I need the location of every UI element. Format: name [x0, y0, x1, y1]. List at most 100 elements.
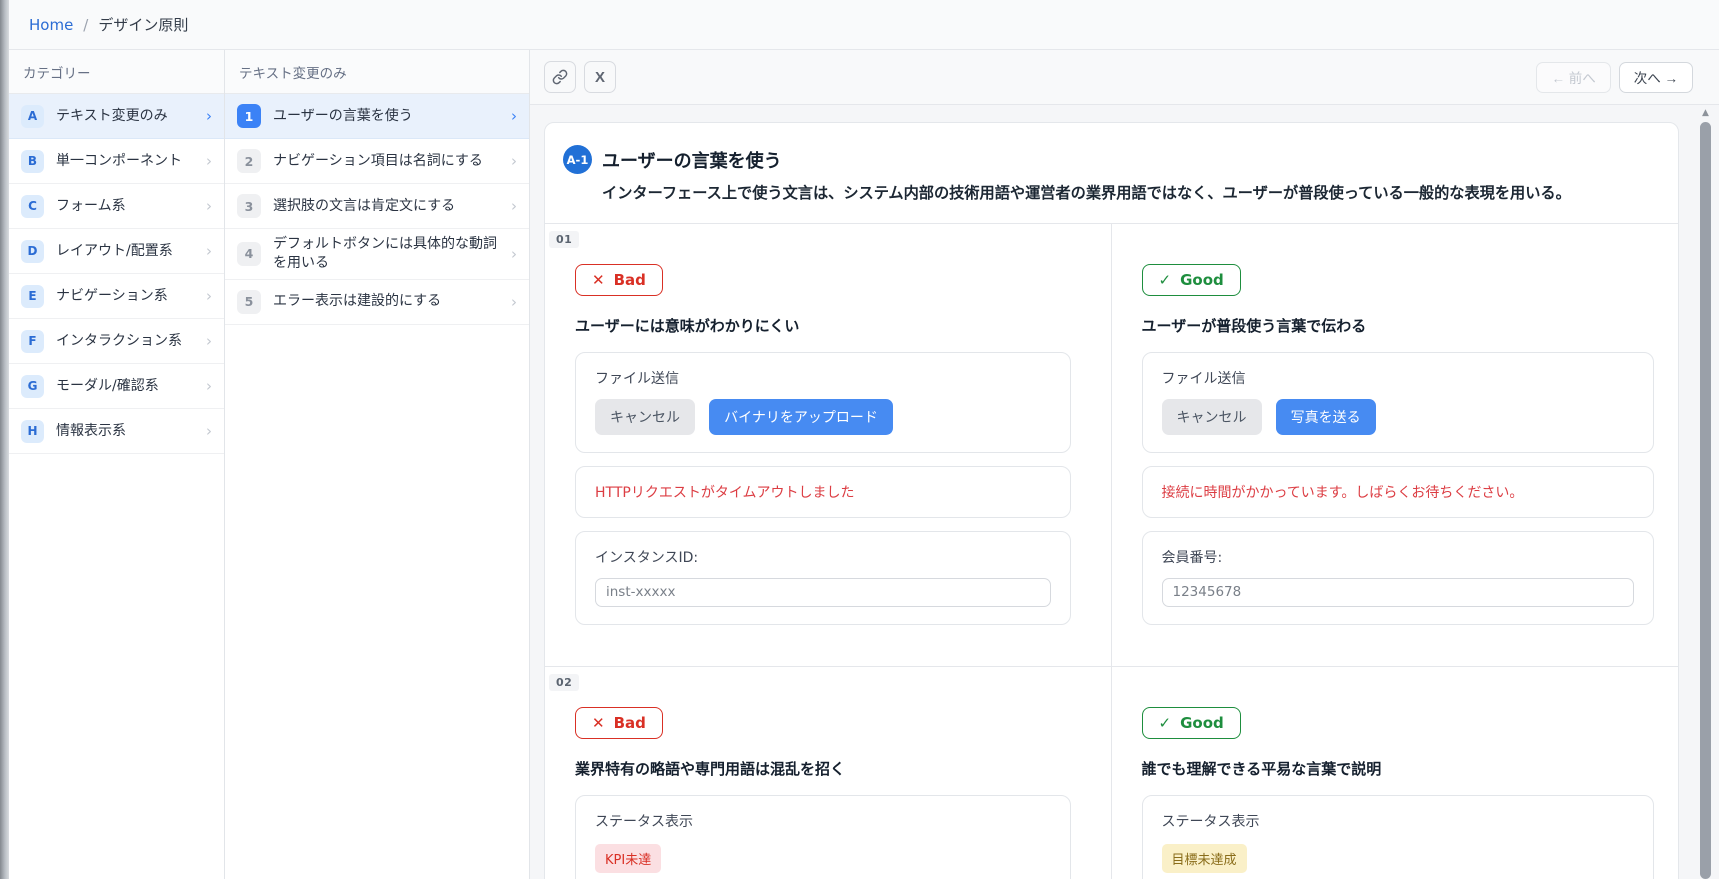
category-item-f[interactable]: F インタラクション系 ›: [9, 319, 224, 364]
categories-panel: カテゴリー A テキスト変更のみ › B 単一コンポーネント › C フォーム系…: [9, 50, 225, 879]
bad-badge-label: Bad: [614, 271, 646, 289]
principle-description: インターフェース上で使う文言は、システム内部の技術用語や運営者の業界用語ではなく…: [602, 182, 1656, 205]
demo-cancel-button[interactable]: キャンセル: [1162, 399, 1262, 435]
principle-num-badge: 1: [237, 104, 261, 128]
bad-subtitle: ユーザーには意味がわかりにくい: [575, 315, 1071, 336]
next-button[interactable]: 次へ →: [1619, 62, 1693, 93]
category-key-badge: G: [21, 375, 44, 398]
demo-label: ファイル送信: [1162, 368, 1635, 388]
principle-header: A-1 ユーザーの言葉を使う: [545, 123, 1678, 174]
chevron-right-icon: ›: [206, 332, 212, 350]
category-key-badge: D: [21, 240, 44, 263]
chevron-right-icon: ›: [511, 197, 517, 215]
good-subtitle: ユーザーが普段使う言葉で伝わる: [1142, 315, 1655, 336]
principle-num-badge: 3: [237, 194, 261, 218]
status-badge: 目標未達成: [1162, 844, 1247, 873]
principle-num-badge: 5: [237, 290, 261, 314]
bad-badge-label: Bad: [614, 714, 646, 732]
good-badge-label: Good: [1180, 714, 1224, 732]
principle-title: ユーザーの言葉を使う: [602, 147, 782, 173]
demo-label: ステータス表示: [1162, 811, 1635, 831]
chevron-right-icon: ›: [511, 293, 517, 311]
category-key-badge: A: [21, 105, 44, 128]
chevron-right-icon: ›: [206, 152, 212, 170]
share-x-button[interactable]: X: [584, 61, 616, 93]
category-key-badge: E: [21, 285, 44, 308]
principle-item-4[interactable]: 4 デフォルトボタンには具体的な動詞を用いる ›: [225, 229, 529, 280]
link-icon: [552, 69, 568, 85]
demo-card-status: ステータス表示 目標未達成: [1142, 795, 1655, 879]
chevron-right-icon: ›: [206, 377, 212, 395]
good-badge-label: Good: [1180, 271, 1224, 289]
principle-item-3[interactable]: 3 選択肢の文言は肯定文にする ›: [225, 184, 529, 229]
error-message: 接続に時間がかかっています。しばらくお待ちください。: [1162, 485, 1524, 501]
category-item-a[interactable]: A テキスト変更のみ ›: [9, 94, 224, 139]
category-label: モーダル/確認系: [56, 377, 194, 396]
section-number-badge: 01: [549, 231, 579, 248]
principle-num-badge: 4: [237, 242, 261, 266]
section-02: 02 ✕ Bad 業界特有の略語や専門用語は混乱を招く ステータス表示: [545, 666, 1678, 879]
bad-badge: ✕ Bad: [575, 264, 663, 296]
principle-label: 選択肢の文言は肯定文にする: [273, 197, 499, 216]
demo-card-file-send: ファイル送信 キャンセル 写真を送る: [1142, 352, 1655, 453]
chevron-right-icon: ›: [206, 242, 212, 260]
breadcrumb-current: デザイン原則: [98, 14, 188, 35]
good-subtitle: 誰でも理解できる平易な言葉で説明: [1142, 758, 1655, 779]
principle-item-5[interactable]: 5 エラー表示は建設的にする ›: [225, 280, 529, 325]
vertical-scrollbar: ▲: [1699, 106, 1712, 879]
category-key-badge: B: [21, 150, 44, 173]
chevron-right-icon: ›: [206, 287, 212, 305]
category-label: ナビゲーション系: [56, 287, 194, 306]
bad-subtitle: 業界特有の略語や専門用語は混乱を招く: [575, 758, 1071, 779]
category-key-badge: C: [21, 195, 44, 218]
category-item-e[interactable]: E ナビゲーション系 ›: [9, 274, 224, 319]
breadcrumb: Home / デザイン原則: [9, 0, 1719, 50]
principle-item-1[interactable]: 1 ユーザーの言葉を使う ›: [225, 94, 529, 139]
category-item-c[interactable]: C フォーム系 ›: [9, 184, 224, 229]
categories-header: カテゴリー: [9, 50, 224, 94]
demo-label: ファイル送信: [595, 368, 1051, 388]
breadcrumb-home-link[interactable]: Home: [29, 16, 73, 34]
window-edge-strip: [0, 0, 9, 879]
category-item-b[interactable]: B 単一コンポーネント ›: [9, 139, 224, 184]
principle-card: A-1 ユーザーの言葉を使う インターフェース上で使う文言は、システム内部の技術…: [544, 122, 1679, 879]
good-column: ✓ Good ユーザーが普段使う言葉で伝わる ファイル送信 キャンセル 写真を送…: [1112, 224, 1679, 666]
copy-link-button[interactable]: [544, 61, 576, 93]
check-icon: ✓: [1159, 714, 1172, 732]
scrollbar-thumb[interactable]: [1700, 122, 1711, 879]
section-01: 01 ✕ Bad ユーザーには意味がわかりにくい ファイル送信 キ: [545, 223, 1678, 666]
principle-item-2[interactable]: 2 ナビゲーション項目は名詞にする ›: [225, 139, 529, 184]
category-key-badge: F: [21, 330, 44, 353]
category-item-d[interactable]: D レイアウト/配置系 ›: [9, 229, 224, 274]
chevron-right-icon: ›: [206, 422, 212, 440]
principle-num-badge: 2: [237, 149, 261, 173]
bad-column: ✕ Bad 業界特有の略語や専門用語は混乱を招く ステータス表示 KPI未達 操…: [545, 667, 1112, 879]
category-label: インタラクション系: [56, 332, 194, 351]
status-badge: KPI未達: [595, 844, 661, 873]
good-badge: ✓ Good: [1142, 264, 1241, 296]
demo-cancel-button[interactable]: キャンセル: [595, 399, 695, 435]
demo-card-file-send: ファイル送信 キャンセル バイナリをアップロード: [575, 352, 1071, 453]
check-icon: ✓: [1159, 271, 1172, 289]
chevron-right-icon: ›: [206, 107, 212, 125]
category-label: フォーム系: [56, 197, 194, 216]
bad-badge: ✕ Bad: [575, 707, 663, 739]
member-number-input[interactable]: [1162, 578, 1635, 607]
principle-label: ナビゲーション項目は名詞にする: [273, 152, 499, 171]
category-item-g[interactable]: G モーダル/確認系 ›: [9, 364, 224, 409]
input-label: 会員番号:: [1162, 547, 1635, 567]
breadcrumb-separator: /: [83, 16, 88, 34]
scroll-up-icon[interactable]: ▲: [1702, 106, 1709, 122]
instance-id-input[interactable]: [595, 578, 1051, 607]
principles-panel: テキスト変更のみ 1 ユーザーの言葉を使う › 2 ナビゲーション項目は名詞にす…: [225, 50, 530, 879]
category-item-h[interactable]: H 情報表示系 ›: [9, 409, 224, 454]
category-label: 情報表示系: [56, 422, 194, 441]
input-label: インスタンスID:: [595, 547, 1051, 567]
demo-primary-button[interactable]: バイナリをアップロード: [709, 399, 893, 435]
category-label: レイアウト/配置系: [56, 242, 194, 261]
main-area: X ← 前へ 次へ → A-1 ユーザーの言葉を使う インターフェース上で使う文…: [530, 50, 1719, 879]
category-key-badge: H: [21, 420, 44, 443]
prev-button[interactable]: ← 前へ: [1536, 62, 1610, 93]
demo-primary-button[interactable]: 写真を送る: [1276, 399, 1376, 435]
error-message-card: 接続に時間がかかっています。しばらくお待ちください。: [1142, 466, 1655, 518]
